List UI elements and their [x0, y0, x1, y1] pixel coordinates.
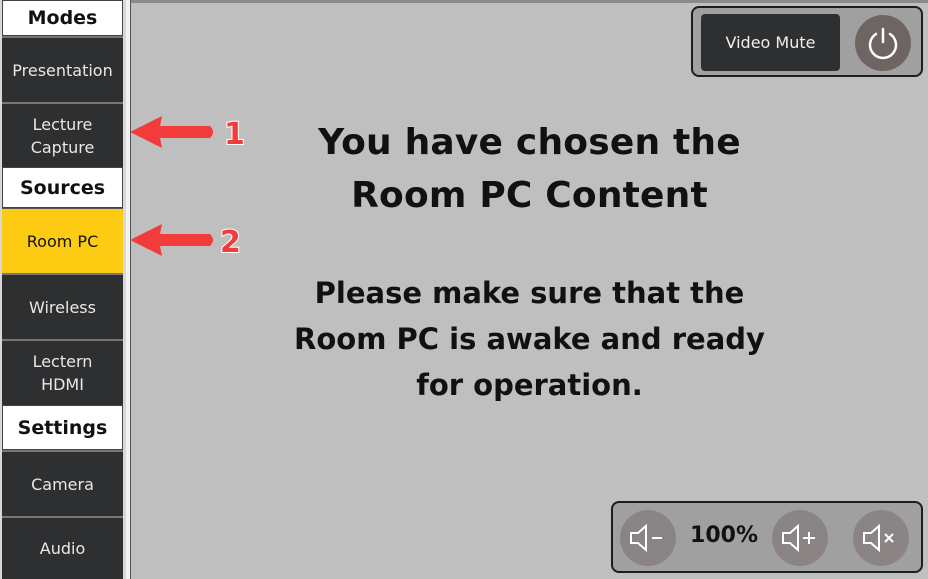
audio-label: Audio: [39, 539, 86, 558]
lecture-capture-label-line2: Capture: [30, 137, 95, 157]
room-pc-button[interactable]: Room PC: [2, 208, 123, 273]
volume-up-icon: [782, 523, 815, 553]
lecture-capture-label-line1: Lecture: [32, 114, 93, 134]
lectern-hdmi-label-line2: HDMI: [41, 375, 84, 394]
lecture-capture-button[interactable]: Lecture Capture: [2, 102, 123, 167]
wireless-label: Wireless: [29, 297, 96, 317]
message-body-line1: Please make sure that the: [314, 276, 745, 310]
annotation-arrow-2: 2: [130, 224, 242, 261]
volume-level: 100%: [690, 523, 758, 548]
volume-up-button[interactable]: [772, 510, 828, 566]
audio-button[interactable]: Audio: [2, 516, 123, 579]
volume-panel: 100%: [611, 501, 923, 573]
lectern-hdmi-button[interactable]: Lectern HDMI: [2, 339, 123, 405]
sidebar: Modes Presentation Lecture Capture Sourc…: [0, 0, 127, 579]
room-pc-label: Room PC: [26, 231, 99, 251]
lectern-hdmi-label-line1: Lectern: [32, 352, 93, 371]
message-title-line2: Room PC Content: [351, 175, 708, 216]
volume-down-icon: [630, 523, 662, 553]
message-title: You have chosen the Room PC Content: [131, 116, 928, 222]
camera-label: Camera: [31, 474, 94, 494]
volume-mute-icon: [863, 523, 894, 553]
message-body: Please make sure that the Room PC is awa…: [131, 270, 928, 408]
message-body-line2: Room PC is awake and ready: [294, 322, 765, 356]
camera-button[interactable]: Camera: [2, 450, 123, 516]
power-icon: [868, 27, 898, 60]
settings-header: Settings: [2, 405, 123, 450]
video-mute-label: Video Mute: [725, 33, 816, 52]
annotation-number-2: 2: [220, 225, 241, 260]
power-button[interactable]: [855, 15, 911, 71]
top-control-panel: Video Mute: [691, 6, 923, 77]
message-body-line3: for operation.: [416, 368, 643, 402]
sources-header: Sources: [2, 167, 123, 208]
presentation-label: Presentation: [12, 60, 113, 80]
wireless-button[interactable]: Wireless: [2, 273, 123, 339]
presentation-button[interactable]: Presentation: [2, 36, 123, 102]
volume-mute-button[interactable]: [853, 510, 909, 566]
modes-header: Modes: [2, 0, 123, 36]
main-top-border: [131, 0, 928, 3]
message-title-line1: You have chosen the: [318, 122, 741, 163]
video-mute-button[interactable]: Video Mute: [701, 14, 840, 71]
volume-down-button[interactable]: [620, 510, 676, 566]
